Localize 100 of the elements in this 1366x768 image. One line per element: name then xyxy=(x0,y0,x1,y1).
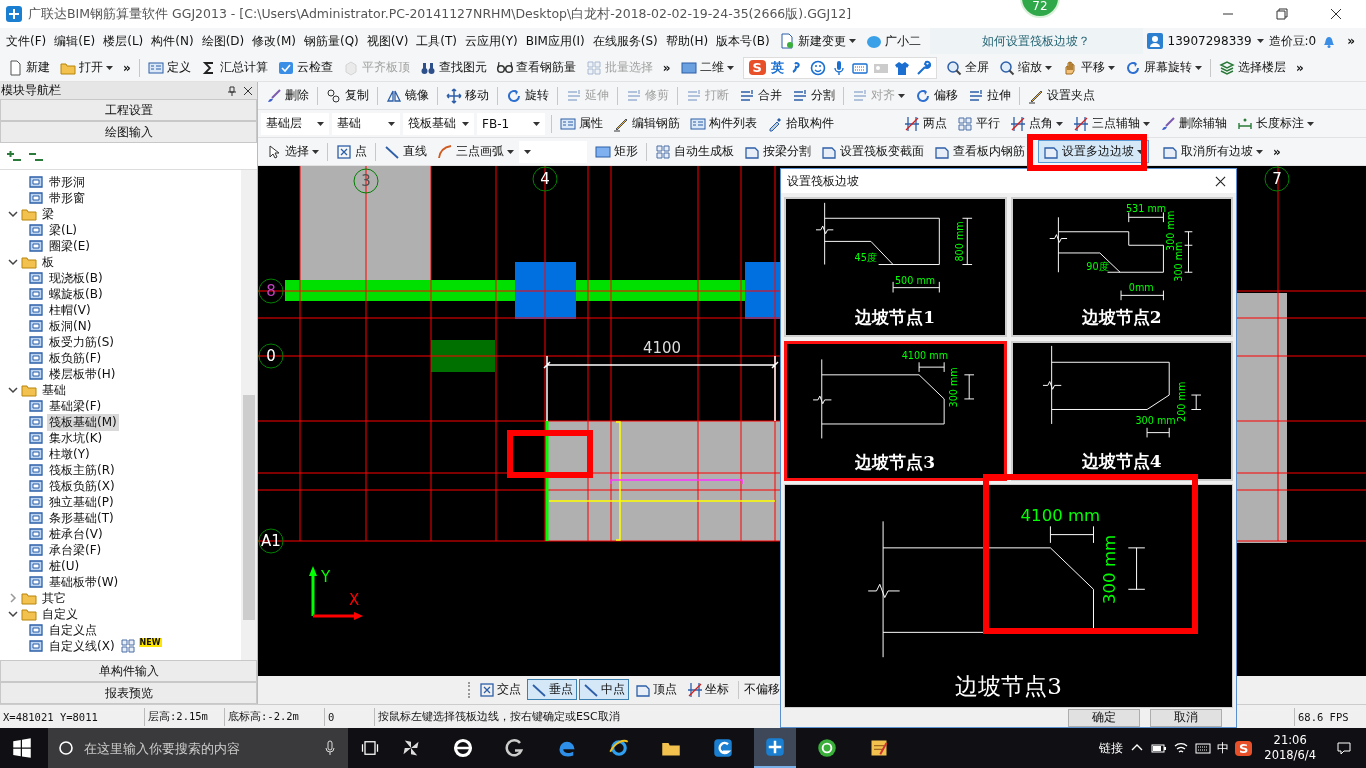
menu-item[interactable]: 绘图(D) xyxy=(197,32,249,50)
dropdown-field[interactable]: 筏板基础 xyxy=(403,112,474,135)
toolbar-button[interactable]: 自动生成板 xyxy=(650,140,739,163)
keyboard-icon[interactable] xyxy=(1194,740,1211,756)
toolbar-button[interactable]: 屏幕旋转 xyxy=(1119,56,1207,79)
overflow-button[interactable]: » xyxy=(657,60,676,75)
toolbar-button[interactable]: 属性 xyxy=(555,112,608,135)
expand-all-icon[interactable] xyxy=(6,148,22,164)
menu-item[interactable]: 在线服务(S) xyxy=(588,32,662,50)
snap-button[interactable]: 交点 xyxy=(475,679,525,700)
tree-item[interactable]: 基础板带(W) xyxy=(47,573,121,591)
toolbar-button[interactable]: 拉伸 xyxy=(963,84,1016,107)
scrollbar[interactable] xyxy=(241,170,257,660)
tree-item[interactable]: 带形洞 xyxy=(47,173,87,191)
snap-button[interactable]: 坐标 xyxy=(683,679,733,700)
toolbar-button[interactable]: 三点画弧 xyxy=(432,140,519,163)
menu-item[interactable]: 修改(M) xyxy=(248,32,300,50)
toolbar-button[interactable]: 全屏 xyxy=(940,56,994,79)
menu-item[interactable]: 编辑(E) xyxy=(50,32,100,50)
tree-item[interactable]: 条形基础(T) xyxy=(47,509,116,527)
ime-logo[interactable]: S xyxy=(748,60,766,75)
tree-folder[interactable]: 基础 xyxy=(40,381,68,399)
offset-dropdown[interactable]: 不偏移 xyxy=(744,681,780,698)
tree-item[interactable]: 筏板负筋(X) xyxy=(47,477,117,495)
dialog-button[interactable]: 确定 xyxy=(1068,708,1140,727)
tree-item[interactable]: 带形窗 xyxy=(47,189,87,207)
tree-item[interactable]: 现浇板(B) xyxy=(47,269,105,287)
menu-button[interactable]: 广小二 xyxy=(860,31,926,51)
close-icon[interactable] xyxy=(1330,8,1342,20)
tree-item[interactable]: 螺旋板(B) xyxy=(47,285,105,303)
start-icon[interactable] xyxy=(12,738,32,758)
shirt-icon[interactable] xyxy=(893,59,910,76)
task-view-icon[interactable] xyxy=(360,738,380,758)
menu-item[interactable]: 云应用(Y) xyxy=(461,32,522,50)
notification-icon[interactable] xyxy=(1336,740,1352,756)
module-button[interactable]: 单构件输入 xyxy=(0,660,257,682)
snap-button[interactable]: 垂点 xyxy=(527,679,577,700)
toolbar-button[interactable]: 缩放 xyxy=(993,56,1057,79)
tree-item[interactable]: 楼层板带(H) xyxy=(47,365,118,383)
node-option[interactable]: 531 mm 300 mm 300 mm 90度 0mm 边坡节点2 xyxy=(1010,197,1233,337)
tree-item[interactable]: 桩(U) xyxy=(47,557,82,575)
menu-item[interactable]: 版本号(B) xyxy=(712,32,774,50)
tree-item[interactable]: 圈梁(E) xyxy=(47,237,92,255)
search-field[interactable]: 在这里输入你要搜索的内容 xyxy=(82,739,314,757)
tree-folder[interactable]: 梁 xyxy=(40,205,56,223)
help-link[interactable]: 如何设置筏板边坡？ xyxy=(929,28,1143,54)
tree-item[interactable]: 基础梁(F) xyxy=(47,397,104,415)
overflow-button[interactable]: » xyxy=(1342,34,1360,48)
toolbar-button[interactable]: 构件列表 xyxy=(685,112,762,135)
menu-button[interactable]: 新建变更 xyxy=(773,31,861,51)
tree-item[interactable]: 独立基础(P) xyxy=(47,493,116,511)
toolbar-button[interactable]: 两点 xyxy=(899,112,952,135)
toolbar-button[interactable]: 直线 xyxy=(379,140,432,163)
toolbar-button[interactable]: 选择 xyxy=(261,140,324,163)
ime-indicator[interactable]: 中 xyxy=(1216,739,1229,757)
toolbar-button[interactable]: 拾取构件 xyxy=(762,112,839,135)
dropdown-field[interactable]: FB-1 xyxy=(477,112,545,135)
menu-item[interactable]: 文件(F) xyxy=(2,32,51,50)
toolbar-button[interactable]: 平行 xyxy=(952,112,1005,135)
axis-marker[interactable]: 0 xyxy=(258,343,284,369)
ime-mode-button[interactable]: 英 xyxy=(770,58,784,77)
tree-item[interactable]: 集水坑(K) xyxy=(47,429,105,447)
overflow-button[interactable]: » xyxy=(1268,144,1286,159)
toolbar-button[interactable]: 删除辅轴 xyxy=(1155,112,1232,135)
toolbar-button[interactable]: 合并 xyxy=(734,84,787,107)
tree-item[interactable]: 板负筋(F) xyxy=(47,349,104,367)
tree-folder[interactable]: 自定义 xyxy=(40,605,80,623)
clock-time[interactable]: 21:06 xyxy=(1273,733,1307,748)
toolbar-button[interactable]: 按梁分割 xyxy=(739,140,816,163)
tree-item[interactable]: 筏板基础(M) xyxy=(47,413,119,431)
close-icon[interactable] xyxy=(243,85,253,96)
tree-folder[interactable]: 板 xyxy=(40,253,56,271)
toolbar-button[interactable]: 查看钢筋量 xyxy=(491,56,581,79)
toolbar-button[interactable]: 查找图元 xyxy=(414,56,492,79)
restore-icon[interactable] xyxy=(1276,8,1288,20)
toolbar-button[interactable]: 矩形 xyxy=(590,140,643,163)
axis-marker[interactable]: A1 xyxy=(258,528,284,554)
toolbar-button[interactable]: 三点辅轴 xyxy=(1068,112,1155,135)
menu-item[interactable]: 帮助(H) xyxy=(661,32,713,50)
toolbar-button[interactable]: 汇总计算 xyxy=(195,56,273,79)
toolbar-button[interactable]: 选择楼层 xyxy=(1213,56,1291,79)
tree-item[interactable]: 自定义线(X) xyxy=(47,637,117,655)
node-option[interactable]: 200 mm 300 mm 边坡节点4 xyxy=(1010,341,1233,481)
chevron-icon[interactable] xyxy=(8,209,18,219)
tree-folder[interactable]: 其它 xyxy=(40,589,68,607)
node-option[interactable]: 45度 500 mm 800 mm 边坡节点1 xyxy=(784,197,1007,337)
toolbar-button[interactable]: 分割 xyxy=(787,84,840,107)
pin-icon[interactable] xyxy=(227,85,237,96)
ime-logo[interactable]: S xyxy=(1234,740,1253,756)
microphone-icon[interactable] xyxy=(322,740,338,756)
toolbar-button[interactable]: 平移 xyxy=(1056,56,1120,79)
tree-item[interactable]: 板洞(N) xyxy=(47,317,94,335)
overflow-button[interactable]: » xyxy=(1290,60,1309,75)
toolbar-label[interactable]: 链接 xyxy=(1098,739,1123,757)
search-bar[interactable]: 在这里输入你要搜索的内容 xyxy=(48,728,348,768)
toolbar-button[interactable]: 镜像 xyxy=(381,84,434,107)
toolbar-button[interactable]: 长度标注 xyxy=(1232,112,1319,135)
toolbar-button[interactable]: 复制 xyxy=(321,84,374,107)
toolbar-button[interactable]: 云检查 xyxy=(272,56,338,79)
chevron-icon[interactable] xyxy=(8,257,18,267)
